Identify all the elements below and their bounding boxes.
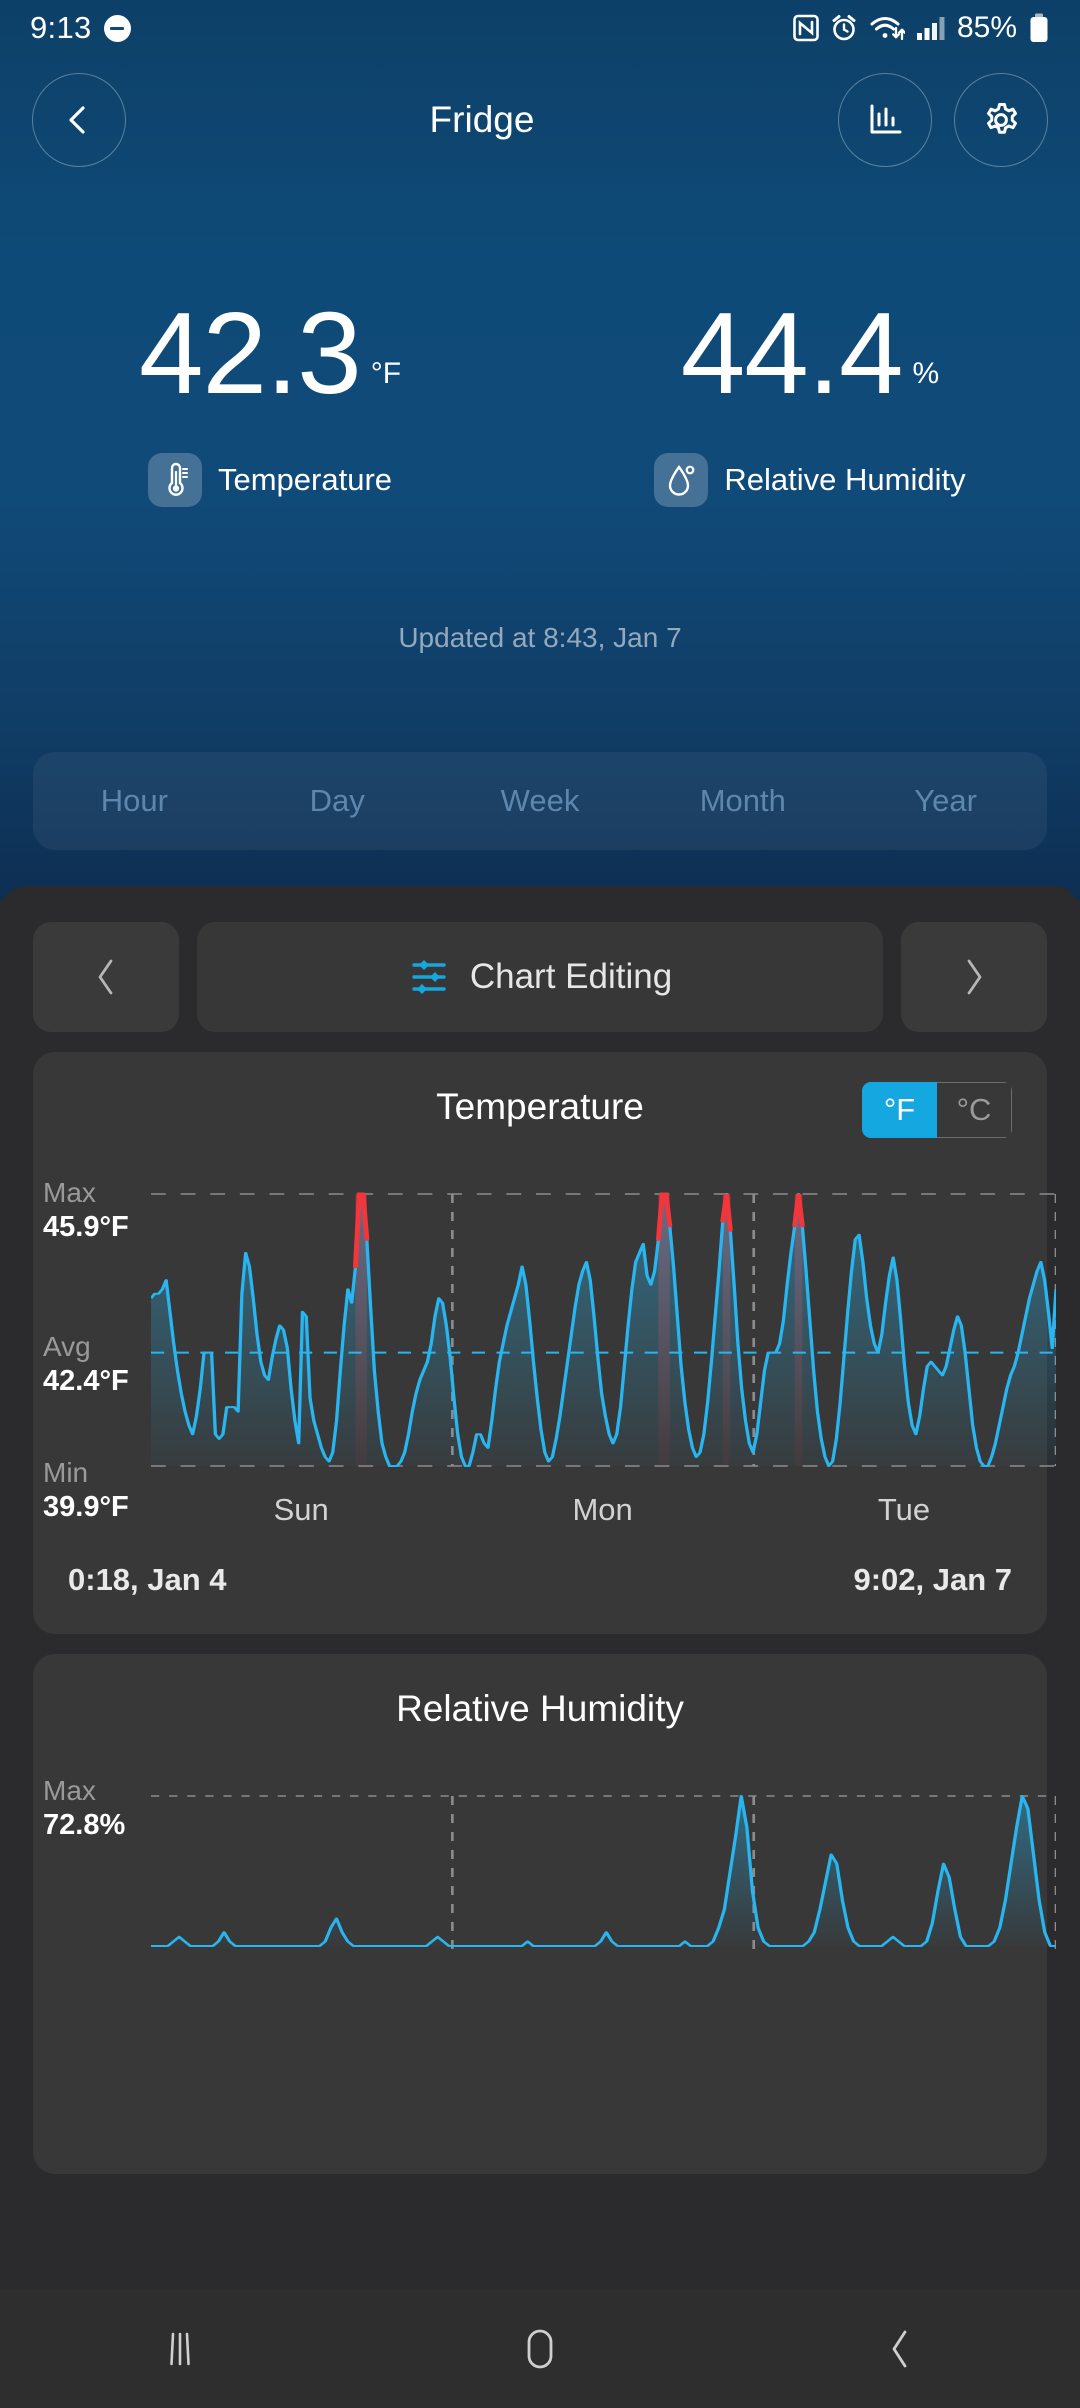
humidity-value: 44.4 [680, 288, 904, 418]
day-label-mon: Mon [572, 1492, 633, 1527]
humidity-stat-max-value: 72.8% [43, 1808, 126, 1841]
humidity-chart-title: Relative Humidity [396, 1688, 684, 1729]
unit-toggle[interactable]: °F °C [862, 1082, 1012, 1138]
humidity-stat-max-name: Max [43, 1775, 96, 1806]
temperature-chart-card: Temperature °F °C Max 45.9°F Avg 42.4°F … [33, 1052, 1056, 1634]
thermometer-icon [147, 452, 202, 507]
unit-option-celsius[interactable]: °C [937, 1082, 1012, 1138]
stat-min-value: 39.9°F [43, 1490, 129, 1523]
back-button[interactable] [32, 72, 126, 167]
header-gradient-background: 9:13 85% Fridge 42.3 °F Temperature 44.4… [0, 0, 1080, 900]
gear-icon [987, 102, 1017, 134]
next-period-button[interactable] [901, 922, 1047, 1032]
humidity-chart-card: Relative Humidity Max 72.8% [33, 1654, 1056, 2174]
range-tab-bar: Hour Day Week Month Year [33, 752, 1047, 850]
temperature-card-header: Temperature °F °C [33, 1052, 1047, 1162]
reading-temperature: 42.3 °F Temperature [0, 288, 540, 507]
humidity-label: Relative Humidity [724, 461, 966, 497]
humidity-unit: % [912, 356, 940, 390]
chevron-left-icon [98, 959, 113, 995]
stat-min-name: Min [43, 1457, 89, 1488]
stat-max-name: Max [43, 1177, 96, 1208]
back-button-nav[interactable] [720, 2324, 1080, 2374]
tab-day[interactable]: Day [236, 783, 439, 819]
app-bar-actions [838, 72, 1048, 167]
page-title: Fridge [429, 98, 535, 140]
temperature-value-group: 42.3 °F [138, 288, 402, 418]
stat-avg-name: Avg [43, 1331, 91, 1362]
humidity-label-group: Relative Humidity [654, 452, 966, 507]
battery-icon [1030, 13, 1048, 42]
temperature-label: Temperature [217, 461, 393, 497]
recents-button[interactable] [0, 2326, 360, 2372]
chart-editing-row: Chart Editing [33, 922, 1047, 1032]
app-bar: Fridge [0, 62, 1080, 177]
temperature-chart-title: Temperature [436, 1086, 644, 1127]
humidity-value-group: 44.4 % [680, 288, 940, 418]
stat-avg: Avg 42.4°F [33, 1331, 163, 1399]
bar-chart-icon [870, 104, 902, 133]
reading-humidity: 44.4 % Relative Humidity [540, 288, 1080, 507]
readings-row: 42.3 °F Temperature 44.4 % Relative Humi… [0, 288, 1080, 507]
status-bar: 9:13 85% [0, 0, 1080, 56]
temperature-unit: °F [370, 356, 402, 390]
temperature-value: 42.3 [138, 288, 362, 418]
temperature-range-row: 0:18, Jan 4 9:02, Jan 7 [68, 1562, 1012, 1598]
stat-avg-value: 42.4°F [43, 1364, 129, 1397]
previous-period-button[interactable] [33, 922, 179, 1032]
do-not-disturb-icon [103, 14, 131, 42]
humidity-drop-icon [654, 452, 709, 507]
bar-chart-button[interactable] [838, 72, 932, 167]
status-bar-right: 85% [793, 11, 1050, 45]
unit-option-fahrenheit[interactable]: °F [862, 1082, 937, 1138]
humidity-line-chart [151, 1795, 1056, 1956]
range-start-label: 0:18, Jan 4 [68, 1562, 227, 1597]
temperature-line-chart [151, 1192, 1056, 1467]
android-navigation-bar [0, 2290, 1080, 2408]
last-updated-text: Updated at 8:43, Jan 7 [398, 622, 682, 653]
day-label-tue: Tue [877, 1492, 931, 1527]
range-end-label: 9:02, Jan 7 [853, 1562, 1012, 1597]
battery-percent-label: 85% [956, 11, 1017, 44]
tab-week[interactable]: Week [439, 783, 642, 819]
temperature-label-group: Temperature [147, 452, 393, 507]
recents-icon [170, 2332, 190, 2366]
chart-editing-button[interactable]: Chart Editing [197, 922, 883, 1032]
alarm-icon [832, 15, 856, 41]
status-bar-left: 9:13 [30, 10, 131, 46]
chart-editing-label: Chart Editing [469, 957, 673, 996]
tab-year[interactable]: Year [844, 783, 1047, 819]
sliders-icon [412, 960, 446, 994]
stat-max-value: 45.9°F [43, 1210, 129, 1243]
humidity-stat-max: Max 72.8% [33, 1775, 163, 1843]
back-icon [892, 2330, 907, 2368]
stat-min: Min 39.9°F [33, 1457, 163, 1525]
wifi-icon [870, 17, 905, 41]
settings-button[interactable] [954, 72, 1048, 167]
tab-month[interactable]: Month [641, 783, 844, 819]
home-button[interactable] [360, 2324, 720, 2374]
chevron-right-icon [967, 959, 982, 995]
stat-max: Max 45.9°F [33, 1177, 163, 1245]
status-bar-clock: 9:13 [30, 10, 92, 45]
humidity-card-header: Relative Humidity [33, 1654, 1047, 1764]
home-icon [527, 2329, 553, 2369]
cellular-signal-icon [916, 17, 945, 40]
day-label-sun: Sun [273, 1492, 329, 1527]
chevron-left-icon [69, 105, 85, 134]
nfc-icon [793, 14, 819, 42]
charts-sheet: Chart Editing Temperature °F °C Max 45.9… [0, 886, 1080, 2408]
tab-hour[interactable]: Hour [33, 783, 236, 819]
